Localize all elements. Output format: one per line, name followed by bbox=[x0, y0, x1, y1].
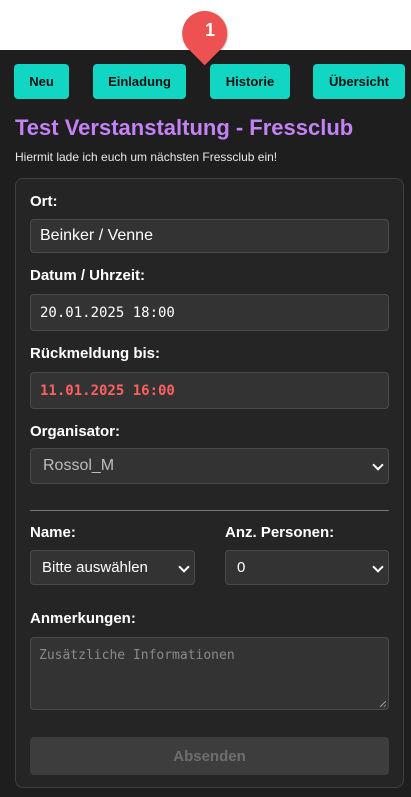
page-title: Test Verstanstaltung - Fressclub bbox=[15, 115, 354, 140]
personen-value: 0 bbox=[237, 559, 246, 576]
submit-button[interactable]: Absenden bbox=[30, 737, 389, 775]
rueckmeldung-input[interactable]: 11.01.2025 16:00 bbox=[30, 372, 389, 409]
rueckmeldung-label: Rückmeldung bis: bbox=[30, 345, 161, 362]
chevron-down-icon bbox=[372, 560, 384, 573]
personen-label: Anz. Personen: bbox=[225, 524, 335, 541]
anmerkungen-textarea[interactable]: Zusätzliche Informationen bbox=[30, 637, 389, 710]
anmerkungen-label: Anmerkungen: bbox=[30, 610, 136, 627]
organisator-label: Organisator: bbox=[30, 423, 121, 440]
page-subtitle: Hiermit lade ich euch um nächsten Fressc… bbox=[15, 150, 278, 164]
step-marker-number: 1 bbox=[204, 20, 215, 40]
datum-label: Datum / Uhrzeit: bbox=[30, 267, 146, 284]
resize-handle-icon[interactable] bbox=[380, 701, 386, 707]
organisator-value: Rossol_M bbox=[43, 457, 115, 474]
organisator-select[interactable]: Rossol_M bbox=[30, 448, 389, 484]
personen-select[interactable]: 0 bbox=[225, 550, 389, 585]
ort-label: Ort: bbox=[30, 193, 58, 210]
anmerkungen-placeholder: Zusätzliche Informationen bbox=[39, 648, 235, 663]
name-label: Name: bbox=[30, 524, 76, 541]
name-select[interactable]: Bitte auswählen bbox=[30, 550, 195, 585]
ort-input[interactable]: Beinker / Venne bbox=[30, 219, 389, 253]
name-value: Bitte auswählen bbox=[42, 559, 148, 576]
nav-historie-button[interactable]: Historie bbox=[210, 64, 290, 99]
nav-neu-button[interactable]: Neu bbox=[14, 64, 69, 99]
nav-einladung-button[interactable]: Einladung bbox=[93, 64, 186, 99]
nav-uebersicht-button[interactable]: Übersicht bbox=[313, 64, 405, 99]
chevron-down-icon bbox=[372, 459, 384, 471]
form-divider bbox=[30, 510, 389, 511]
datum-input[interactable]: 20.01.2025 18:00 bbox=[30, 294, 389, 331]
chevron-down-icon bbox=[178, 560, 190, 573]
